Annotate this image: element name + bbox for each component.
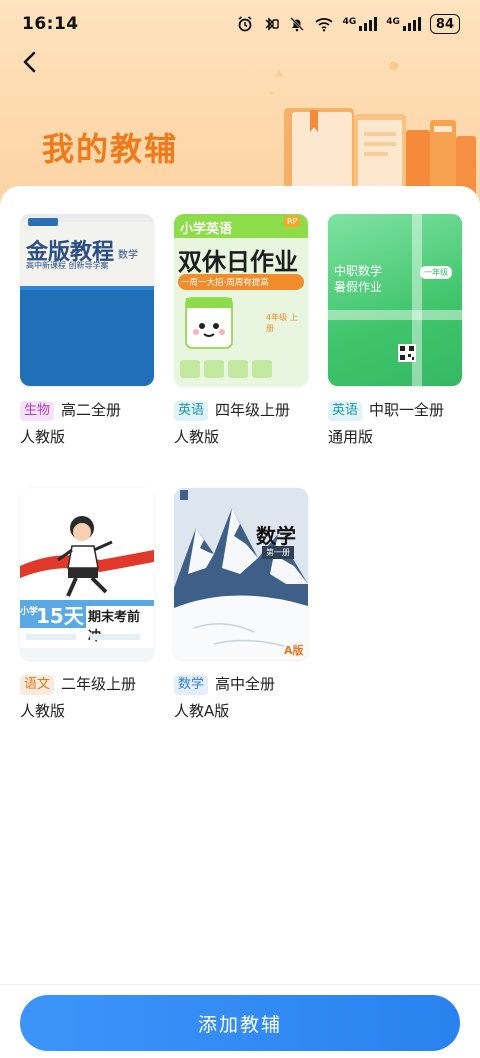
cover-title: 双休日作业 — [178, 248, 298, 276]
book-card[interactable]: 小学英语 RP 双休日作业 一周一大招·周周有提高 4年级 上册 英语 四年级上… — [174, 214, 308, 450]
cover-title: 数学 — [256, 524, 296, 548]
content-panel: 金版教程 数学 高中新课程 创新导学案 生物 高二全册 人教版 小学英语 RP … — [0, 186, 480, 986]
network-type-label: 4G — [342, 17, 357, 27]
signal-strength-icon: 4G — [343, 17, 378, 31]
book-cover: 金版教程 数学 高中新课程 创新导学案 — [20, 214, 154, 386]
cover-badge: 一年级 — [420, 266, 452, 279]
grade-label: 高二全册 — [61, 401, 122, 419]
add-material-button[interactable]: 添加教辅 — [20, 995, 460, 1051]
chevron-left-icon — [23, 51, 36, 73]
book-grid: 金版教程 数学 高中新课程 创新导学案 生物 高二全册 人教版 小学英语 RP … — [20, 214, 462, 724]
edition-label: 人教A版 — [174, 702, 230, 720]
status-icons: 4G 4G 84 — [237, 14, 460, 34]
book-card[interactable]: 中职数学 暑假作业 一年级 英语 中职一全册 通用版 — [328, 214, 462, 450]
notepad-mascot-icon — [185, 297, 233, 349]
edition-label: 通用版 — [328, 428, 374, 446]
running-boy-illustration-icon — [20, 516, 154, 597]
wifi-icon — [314, 18, 333, 32]
cover-mark: A版 — [284, 644, 304, 657]
books-illustration-icon — [270, 61, 476, 200]
book-cover: 数学 第一册 A版 — [174, 488, 308, 660]
cover-note: 4年级 上册 — [266, 313, 298, 333]
back-button[interactable] — [14, 46, 46, 78]
qr-code-icon — [398, 344, 416, 362]
cover-subtitle: 高中新课程 创新导学案 — [26, 261, 109, 270]
cover-volume: 第一册 — [262, 546, 294, 559]
mute-bell-icon — [289, 17, 304, 32]
battery-indicator: 84 — [429, 14, 460, 34]
cover-top-label: 小学英语 — [180, 222, 233, 237]
edition-label: 人教版 — [174, 428, 220, 446]
cover-subtitle: 暑假作业 — [334, 280, 383, 294]
subject-tag: 英语 — [174, 400, 209, 421]
subject-tag: 语文 — [20, 674, 55, 695]
book-cover: 小学 15天 期末考前冲 — [20, 488, 154, 660]
subject-tag: 英语 — [328, 400, 363, 421]
bottom-bar: 添加教辅 — [0, 984, 480, 1058]
cover-title: 中职数学 — [334, 264, 383, 278]
grade-label: 四年级上册 — [215, 401, 291, 419]
book-card[interactable]: 小学 15天 期末考前冲 语文 二年级上册 人教版 — [20, 488, 154, 724]
grade-label: 二年级上册 — [61, 675, 137, 693]
cover-banner: 一周一大招·周周有提高 — [178, 274, 304, 290]
status-time: 16:14 — [22, 14, 79, 34]
grade-label: 中职一全册 — [369, 401, 445, 419]
network-type-label-2: 4G — [386, 17, 400, 27]
subject-tag: 数学 — [174, 674, 209, 695]
alarm-icon — [238, 16, 252, 32]
cover-big-label: 15天 — [36, 604, 84, 628]
bluetooth-vibrate-icon — [265, 17, 279, 31]
status-bar: 16:14 4G 4G 84 — [0, 0, 480, 48]
book-cover: 中职数学 暑假作业 一年级 — [328, 214, 462, 386]
book-card[interactable]: 数学 第一册 A版 数学 高中全册 人教A版 — [174, 488, 308, 724]
cover-badge: RP — [284, 216, 301, 227]
cover-subject: 数学 — [118, 250, 138, 261]
grade-label: 高中全册 — [215, 675, 276, 693]
page-title: 我的教辅 — [42, 130, 179, 168]
snow-mountain-illustration-icon — [174, 488, 308, 660]
book-cover: 小学英语 RP 双休日作业 一周一大招·周周有提高 4年级 上册 — [174, 214, 308, 386]
signal-strength-icon-2: 4G — [386, 17, 421, 31]
book-card[interactable]: 金版教程 数学 高中新课程 创新导学案 生物 高二全册 人教版 — [20, 214, 154, 450]
edition-label: 人教版 — [20, 428, 66, 446]
subject-tag: 生物 — [20, 400, 55, 421]
edition-label: 人教版 — [20, 702, 66, 720]
